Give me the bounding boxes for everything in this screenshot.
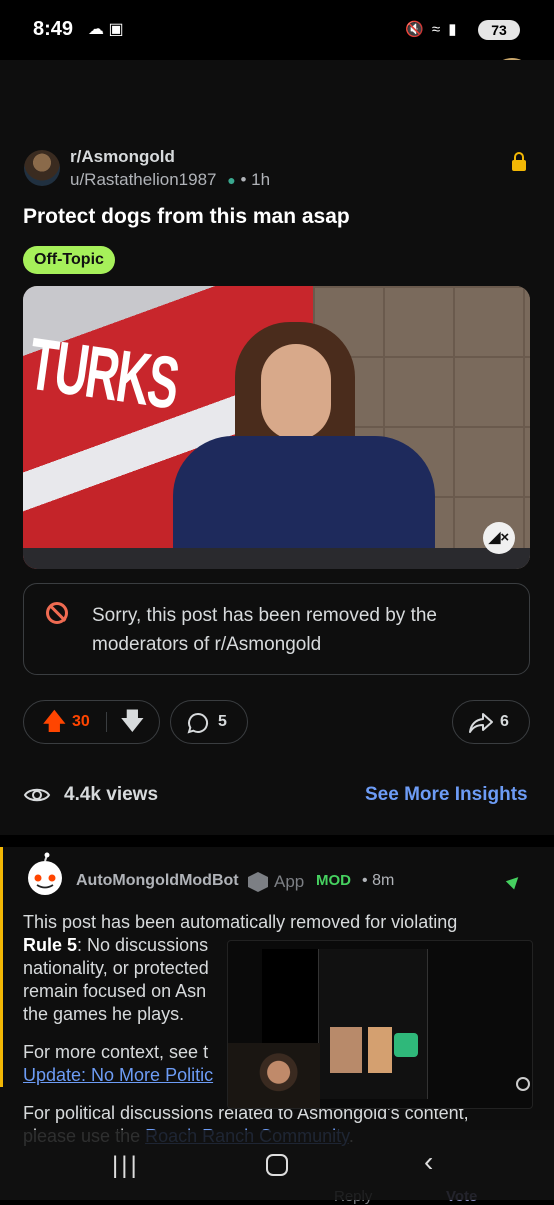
comment-line-2-text: : No discussions: [77, 935, 209, 955]
picture-in-picture-video[interactable]: [227, 940, 533, 1109]
comment-icon: [187, 712, 209, 734]
share-icon: [469, 713, 493, 733]
pip-image-2: [368, 1027, 392, 1073]
see-more-insights-link[interactable]: See More Insights: [365, 784, 528, 806]
post-age: 1h: [251, 170, 271, 189]
lock-icon: [512, 152, 526, 171]
comment-line-1: This post has been automatically removed…: [23, 912, 458, 932]
user-icon: ●: [227, 172, 236, 188]
clock: 8:49: [33, 18, 74, 40]
mute-toggle-icon[interactable]: ◢×: [483, 522, 515, 554]
share-count: 6: [500, 713, 509, 730]
comment-age-value: 8m: [372, 872, 395, 889]
post-author[interactable]: u/Rastathelion1987 ● • 1h: [70, 170, 270, 190]
comment-author[interactable]: AutoMongoldModBot: [76, 872, 239, 890]
video-desk: [23, 548, 530, 569]
update-post-link[interactable]: Update: No More Politic: [23, 1065, 213, 1085]
eye-icon: [23, 788, 51, 802]
rule-label: Rule 5: [23, 935, 78, 955]
post-video[interactable]: TURKS: [23, 286, 530, 569]
dot-separator: •: [362, 872, 368, 889]
context-prefix: For more context, see t: [23, 1042, 209, 1062]
post-author-name[interactable]: u/Rastathelion1987: [70, 170, 217, 189]
pip-right-panel: [428, 949, 514, 1099]
pip-image-1: [330, 1027, 362, 1073]
vote-divider: [106, 712, 107, 732]
dot-separator: •: [240, 170, 247, 189]
comment-age: • 8m: [362, 872, 394, 890]
section-divider: [0, 835, 554, 847]
notification-icons: ☁ ▣: [88, 21, 124, 38]
pip-controls-icon[interactable]: [516, 1077, 530, 1091]
video-person-face: [261, 344, 331, 440]
home-icon[interactable]: [266, 1154, 288, 1176]
pip-feed: [318, 949, 428, 1099]
pip-app-logo: [394, 1033, 418, 1057]
vote-count: 30: [72, 713, 90, 730]
battery-indicator: 73: [478, 20, 520, 40]
downvote-icon[interactable]: 🡇: [120, 708, 145, 736]
pip-webcam: [228, 1043, 320, 1108]
bot-avatar[interactable]: [22, 852, 68, 898]
thread-line: [0, 847, 3, 1087]
prohibited-icon: [46, 602, 68, 624]
post-flair[interactable]: Off-Topic: [23, 246, 115, 274]
back-icon[interactable]: ‹: [424, 1146, 433, 1178]
recent-apps-icon[interactable]: |||: [112, 1152, 140, 1180]
post-title[interactable]: Protect dogs from this man asap: [23, 205, 350, 229]
comment-count: 5: [218, 713, 227, 730]
app-label: App: [274, 872, 305, 891]
author-avatar[interactable]: [24, 150, 60, 186]
status-bar: 8:49 ☁ ▣ 🔇 ≈ ▮ 73: [0, 0, 554, 60]
signal-icons: 🔇 ≈ ▮: [405, 21, 459, 38]
subreddit-name[interactable]: r/Asmongold: [70, 147, 175, 167]
mod-badge: MOD: [316, 872, 351, 889]
upvote-icon[interactable]: 🡅: [42, 708, 67, 736]
view-count: 4.4k views: [64, 784, 159, 805]
removed-message: Sorry, this post has been removed by the…: [92, 605, 437, 655]
